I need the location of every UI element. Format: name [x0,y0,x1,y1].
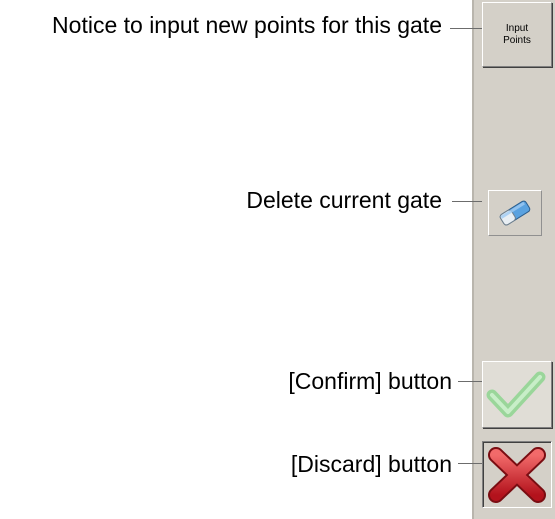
input-points-button[interactable]: Input Points [482,2,552,67]
x-mark-icon [488,447,546,503]
discard-button[interactable] [482,441,552,508]
leader-line-discard [458,463,482,464]
callout-discard-text: [Discard] button [290,451,452,477]
leader-line-input-points [450,28,482,29]
delete-gate-button[interactable] [488,190,542,236]
callout-delete-gate: Delete current gate [0,185,442,215]
callout-confirm: [Confirm] button [0,366,452,396]
callout-delete-gate-text: Delete current gate [246,187,442,213]
confirm-button[interactable] [482,361,552,428]
callout-input-points: Notice to input new points for this gate [0,10,442,40]
callout-input-points-text: Notice to input new points for this gate [52,12,442,38]
checkmark-icon [486,371,546,418]
eraser-icon [499,200,531,226]
leader-line-confirm [458,381,482,382]
callout-confirm-text: [Confirm] button [288,368,452,394]
input-points-label: Input Points [503,23,531,46]
leader-line-delete-gate [452,201,482,202]
callout-discard: [Discard] button [0,449,452,479]
